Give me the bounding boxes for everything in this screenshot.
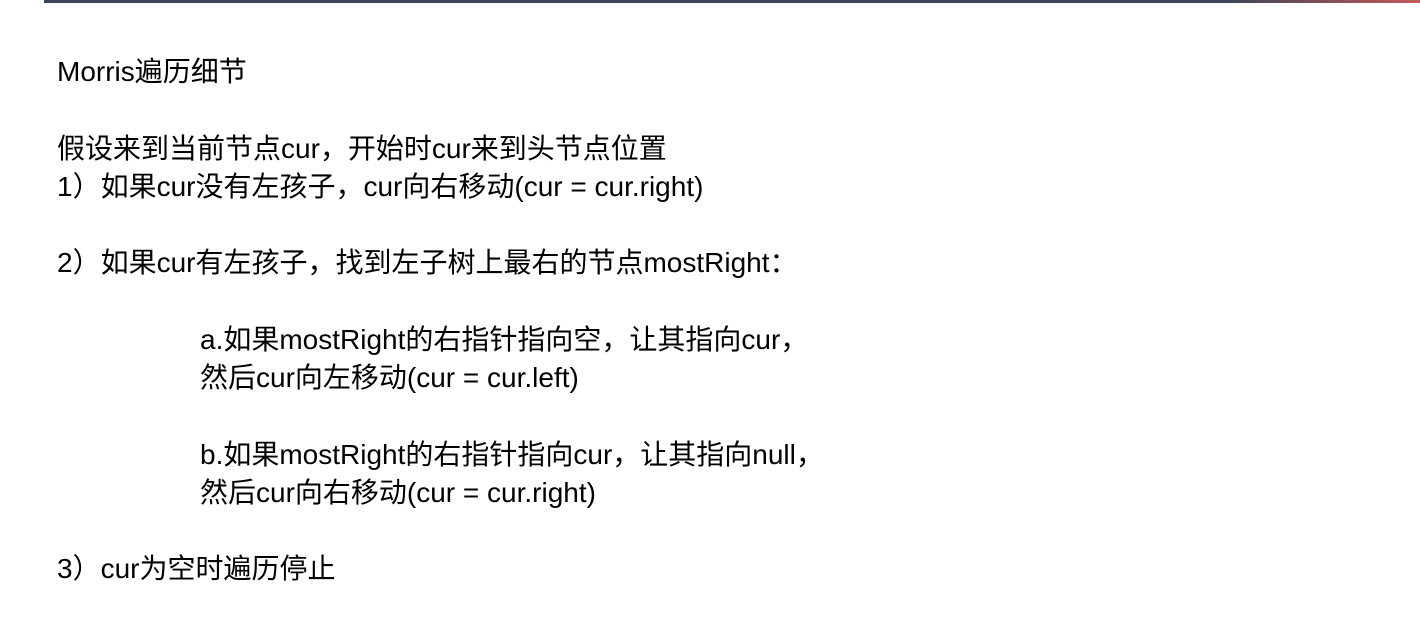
slide-body: Morris遍历细节 假设来到当前节点cur，开始时cur来到头节点位置 1）如… — [57, 0, 1387, 622]
rule-2: 2）如果cur有左孩子，找到左子树上最右的节点mostRight： — [57, 247, 798, 278]
intro-text: 假设来到当前节点cur，开始时cur来到头节点位置 — [57, 133, 667, 164]
rule-1: 1）如果cur没有左孩子，cur向右移动(cur = cur.right) — [57, 171, 704, 202]
slide-title: Morris遍历细节 — [57, 56, 247, 87]
rule-2b-line-1: b.如果mostRight的右指针指向cur，让其指向null， — [200, 439, 824, 470]
rule-2b-line-2: 然后cur向右移动(cur = cur.right) — [200, 477, 596, 508]
rule-3: 3）cur为空时遍历停止 — [57, 553, 336, 584]
rule-2a-line-2: 然后cur向左移动(cur = cur.left) — [200, 362, 579, 393]
rule-2a-line-1: a.如果mostRight的右指针指向空，让其指向cur， — [200, 324, 809, 355]
